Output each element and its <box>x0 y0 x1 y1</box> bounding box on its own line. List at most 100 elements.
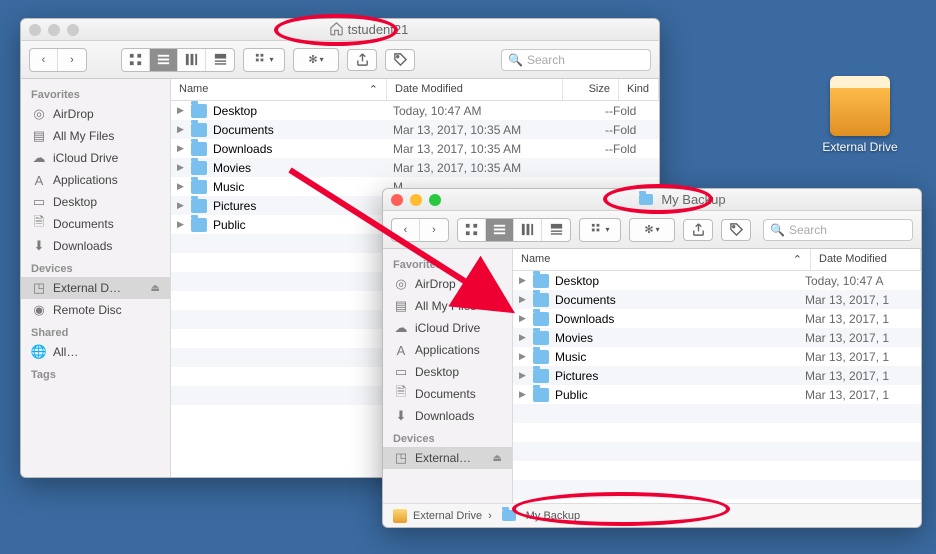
table-row[interactable]: ▶ Movies Mar 13, 2017, 1 <box>513 328 921 347</box>
sidebar-item-documents[interactable]: 🗎Documents <box>383 383 512 405</box>
desktop-drive[interactable]: External Drive <box>820 76 900 154</box>
search-icon: 🔍 <box>508 53 523 67</box>
sidebar-item-external-drive[interactable]: ◳External D…⏏ <box>21 277 170 299</box>
table-row[interactable]: ▶ Public Mar 13, 2017, 1 <box>513 385 921 404</box>
list-view-button[interactable] <box>486 219 514 241</box>
col-date[interactable]: Date Modified <box>811 249 921 270</box>
disclosure-icon[interactable]: ▶ <box>519 294 529 305</box>
col-size[interactable]: Size <box>563 79 619 100</box>
path-segment-drive[interactable]: External Drive <box>413 510 482 522</box>
close-icon[interactable] <box>391 194 403 206</box>
disclosure-icon[interactable]: ▶ <box>177 105 187 116</box>
icon-view-button[interactable] <box>122 49 150 71</box>
sidebar-item-external-drive[interactable]: ◳External…⏏ <box>383 447 512 469</box>
table-row[interactable]: ▶ Pictures Mar 13, 2017, 1 <box>513 366 921 385</box>
disclosure-icon[interactable]: ▶ <box>519 275 529 286</box>
sidebar-item-icloud[interactable]: ☁iCloud Drive <box>383 317 512 339</box>
column-headers[interactable]: Name ⌃ Date Modified <box>513 249 921 271</box>
path-bar[interactable]: External Drive › My Backup <box>383 503 921 527</box>
sidebar-item-allfiles[interactable]: ▤All My Files <box>21 125 170 147</box>
path-segment-folder[interactable]: My Backup <box>526 510 580 522</box>
sidebar-item-all-shared[interactable]: 🌐All… <box>21 341 170 363</box>
sidebar-item-applications[interactable]: AApplications <box>383 339 512 361</box>
arrange-group: ▾ <box>579 218 621 242</box>
table-row[interactable]: ▶ Documents Mar 13, 2017, 1 <box>513 290 921 309</box>
sidebar-item-remote-disc[interactable]: ◉Remote Disc <box>21 299 170 321</box>
disclosure-icon[interactable]: ▶ <box>519 332 529 343</box>
folder-icon <box>191 180 207 194</box>
sidebar-item-desktop[interactable]: ▭Desktop <box>383 361 512 383</box>
search-input[interactable]: 🔍 Search <box>501 49 651 71</box>
tags-button[interactable] <box>385 49 415 71</box>
col-name[interactable]: Name ⌃ <box>513 249 811 270</box>
action-button[interactable]: ✻▾ <box>294 49 338 71</box>
sidebar-item-airdrop[interactable]: ◎AirDrop <box>383 273 512 295</box>
folder-icon <box>533 293 549 307</box>
close-icon[interactable] <box>29 24 41 36</box>
minimize-icon[interactable] <box>410 194 422 206</box>
minimize-icon[interactable] <box>48 24 60 36</box>
disclosure-icon[interactable]: ▶ <box>519 313 529 324</box>
coverflow-view-button[interactable] <box>206 49 234 71</box>
table-row[interactable]: ▶ Desktop Today, 10:47 AM -- Fold <box>171 101 659 120</box>
table-row[interactable]: ▶ Movies Mar 13, 2017, 10:35 AM <box>171 158 659 177</box>
sidebar-item-icloud[interactable]: ☁iCloud Drive <box>21 147 170 169</box>
sidebar-item-applications[interactable]: AApplications <box>21 169 170 191</box>
eject-icon[interactable]: ⏏ <box>151 283 160 294</box>
tags-button[interactable] <box>721 219 751 241</box>
table-row[interactable]: ▶ Music Mar 13, 2017, 1 <box>513 347 921 366</box>
sidebar-item-airdrop[interactable]: ◎AirDrop <box>21 103 170 125</box>
disclosure-icon[interactable]: ▶ <box>519 389 529 400</box>
sidebar-item-desktop[interactable]: ▭Desktop <box>21 191 170 213</box>
table-row[interactable]: ▶ Documents Mar 13, 2017, 10:35 AM -- Fo… <box>171 120 659 139</box>
zoom-icon[interactable] <box>67 24 79 36</box>
titlebar[interactable]: tstudent21 <box>21 19 659 41</box>
disclosure-icon[interactable]: ▶ <box>519 351 529 362</box>
titlebar[interactable]: My Backup <box>383 189 921 211</box>
toolbar: ‹ › ▾ ✻▾ 🔍 Search <box>21 41 659 79</box>
table-row[interactable]: ▶ Downloads Mar 13, 2017, 1 <box>513 309 921 328</box>
file-name: Movies <box>211 161 393 175</box>
back-button[interactable]: ‹ <box>392 219 420 241</box>
disclosure-icon[interactable]: ▶ <box>519 370 529 381</box>
forward-button[interactable]: › <box>58 49 86 71</box>
back-button[interactable]: ‹ <box>30 49 58 71</box>
disclosure-icon[interactable]: ▶ <box>177 219 187 230</box>
tags-header: Tags <box>21 363 170 383</box>
disclosure-icon[interactable]: ▶ <box>177 124 187 135</box>
disclosure-icon[interactable]: ▶ <box>177 181 187 192</box>
list-view-button[interactable] <box>150 49 178 71</box>
sidebar-item-documents[interactable]: 🗎Documents <box>21 213 170 235</box>
folder-icon <box>502 510 516 521</box>
col-kind[interactable]: Kind <box>619 79 659 100</box>
zoom-icon[interactable] <box>429 194 441 206</box>
icon-view-button[interactable] <box>458 219 486 241</box>
share-button[interactable] <box>683 219 713 241</box>
column-headers[interactable]: Name ⌃ Date Modified Size Kind <box>171 79 659 101</box>
action-button[interactable]: ✻▾ <box>630 219 674 241</box>
arrange-button[interactable]: ▾ <box>580 219 620 241</box>
file-size: -- <box>563 142 613 156</box>
eject-icon[interactable]: ⏏ <box>493 453 502 464</box>
forward-button[interactable]: › <box>420 219 448 241</box>
search-input[interactable]: 🔍 Search <box>763 219 913 241</box>
sidebar-item-allfiles[interactable]: ▤All My Files <box>383 295 512 317</box>
col-name[interactable]: Name ⌃ <box>171 79 387 100</box>
arrange-button[interactable]: ▾ <box>244 49 284 71</box>
devices-header: Devices <box>383 427 512 447</box>
cloud-icon: ☁ <box>393 320 409 336</box>
share-button[interactable] <box>347 49 377 71</box>
applications-icon: A <box>393 342 409 358</box>
file-kind: Fold <box>613 104 653 118</box>
sidebar-item-downloads[interactable]: ⬇Downloads <box>21 235 170 257</box>
disclosure-icon[interactable]: ▶ <box>177 200 187 211</box>
coverflow-view-button[interactable] <box>542 219 570 241</box>
disclosure-icon[interactable]: ▶ <box>177 143 187 154</box>
column-view-button[interactable] <box>178 49 206 71</box>
column-view-button[interactable] <box>514 219 542 241</box>
table-row[interactable]: ▶ Downloads Mar 13, 2017, 10:35 AM -- Fo… <box>171 139 659 158</box>
table-row[interactable]: ▶ Desktop Today, 10:47 A <box>513 271 921 290</box>
disclosure-icon[interactable]: ▶ <box>177 162 187 173</box>
sidebar-item-downloads[interactable]: ⬇Downloads <box>383 405 512 427</box>
col-date[interactable]: Date Modified <box>387 79 563 100</box>
